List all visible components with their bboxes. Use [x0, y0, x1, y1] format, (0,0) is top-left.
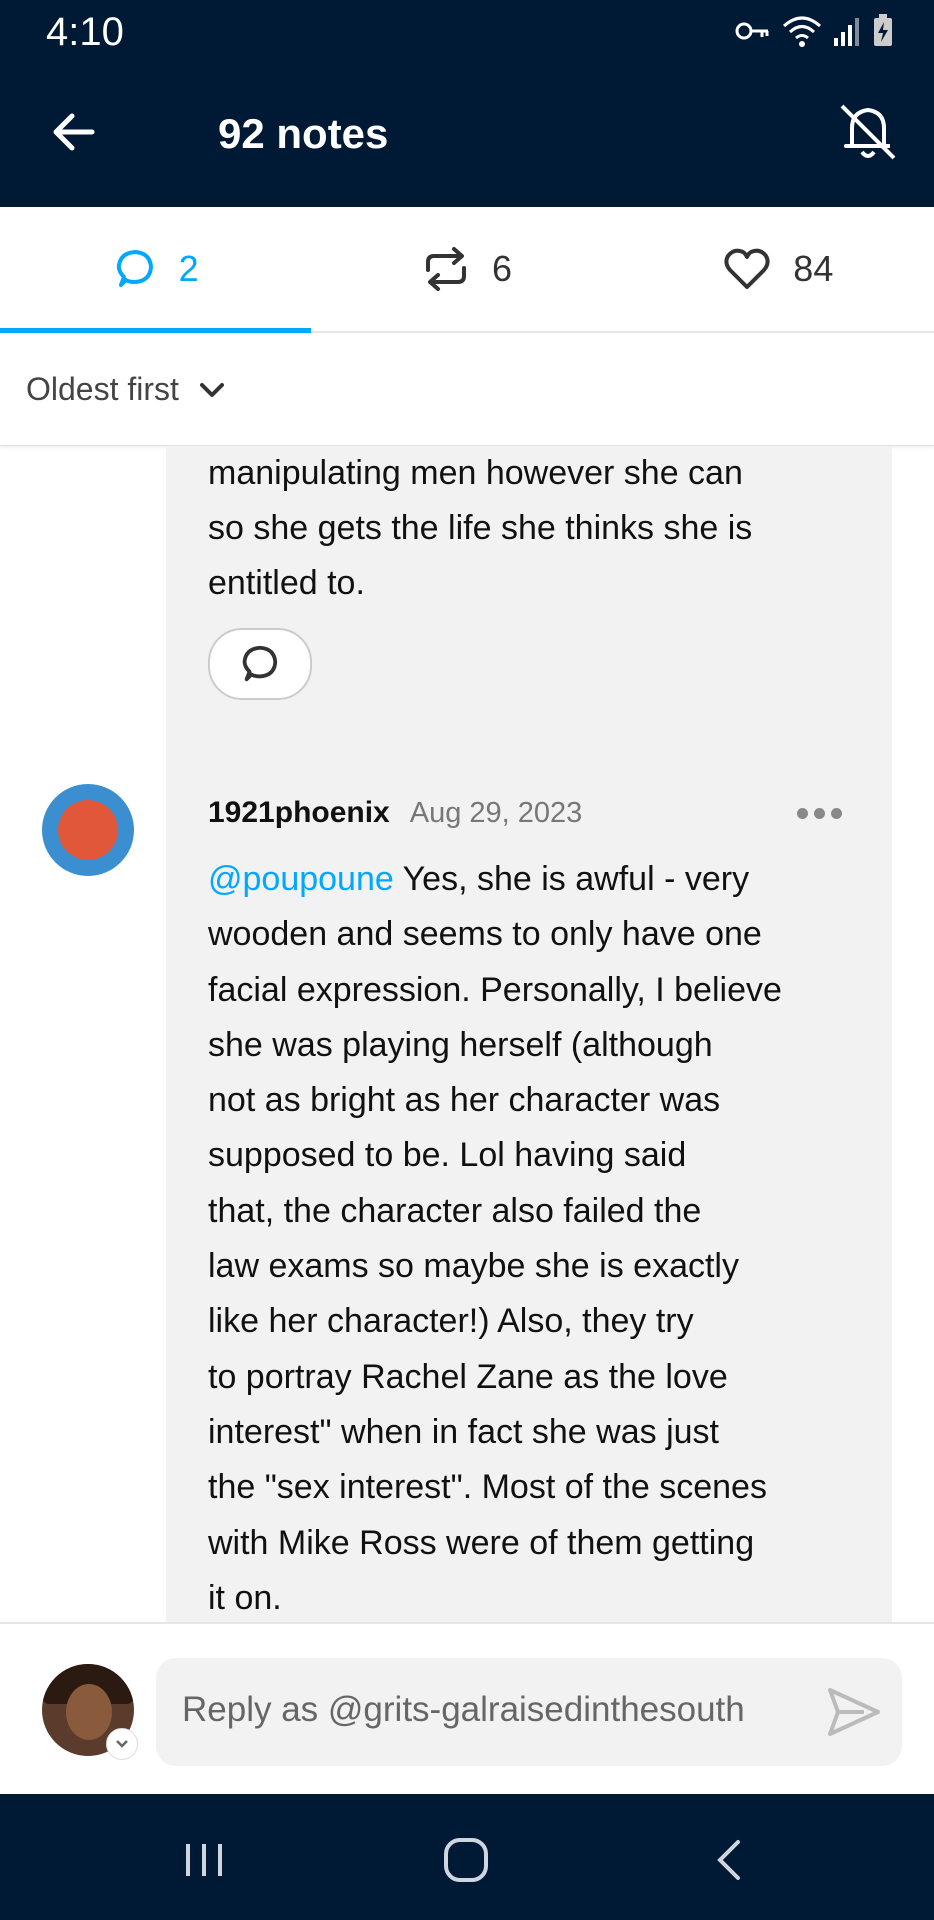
chevron-down-icon — [199, 382, 224, 397]
heart-icon — [724, 248, 770, 289]
notes-list[interactable]: manipulating men however she can so she … — [0, 446, 934, 1622]
comment-icon — [242, 645, 278, 682]
comment-line: the "sex interest". Most of the scenes — [208, 1468, 767, 1507]
tab-likes-count: 84 — [793, 248, 834, 289]
comment-date: Aug 29, 2023 — [409, 797, 583, 829]
reply-input[interactable]: Reply as @grits-galraisedinthesouth — [156, 1658, 902, 1766]
mention-link[interactable]: @poupoune — [208, 860, 394, 898]
reply-bar: Reply as @grits-galraisedinthesouth — [0, 1622, 934, 1796]
tab-replies-count: 2 — [178, 248, 199, 289]
app-bar: 92 notes — [0, 62, 934, 207]
sort-label: Oldest first — [26, 371, 179, 407]
comment-line: interest" when in fact she was just — [208, 1412, 719, 1451]
tab-likes[interactable]: 84 — [623, 207, 934, 331]
comment-line: facial expression. Personally, I believe — [208, 970, 782, 1009]
comment-text: @poupoune Yes, she is awful - very woode… — [208, 852, 868, 1622]
status-bar: 4:10 — [0, 0, 934, 62]
notifications-off-icon[interactable] — [832, 96, 904, 168]
reblog-icon — [425, 247, 466, 291]
comment-line: she was playing herself (although — [208, 1025, 713, 1064]
comment-card: 1921phoenix Aug 29, 2023 @poupoune Yes, … — [166, 762, 892, 1622]
avatar-face — [58, 800, 118, 860]
comment-line: not as bright as her character was — [208, 1081, 721, 1120]
comment-line: @poupoune Yes, she is awful - very — [208, 852, 868, 907]
reply-placeholder: Reply as @grits-galraisedinthesouth — [182, 1690, 745, 1729]
page-title: 92 notes — [218, 110, 389, 157]
avatar[interactable] — [42, 784, 134, 876]
comment-line: wooden and seems to only have one — [208, 915, 762, 954]
comment-header: 1921phoenix Aug 29, 2023 — [208, 796, 582, 830]
comment-line: that, the character also failed the — [208, 1191, 702, 1230]
comment-line-text: Yes, she is awful - very — [393, 860, 750, 898]
more-options-icon[interactable] — [797, 808, 842, 819]
send-icon[interactable] — [824, 1682, 884, 1742]
comment-icon — [116, 250, 153, 287]
signal-icon — [834, 18, 859, 46]
comment-line: manipulating men however she can — [208, 454, 743, 492]
comment-line: law exams so maybe she is exactly — [208, 1247, 739, 1286]
comment-text: manipulating men however she can so she … — [208, 446, 868, 611]
reply-button[interactable] — [208, 628, 312, 700]
avatar-face — [66, 1684, 112, 1740]
comment-line: with Mike Ross were of them getting — [208, 1523, 755, 1562]
recent-apps-icon[interactable] — [174, 1830, 234, 1890]
comment-line: entitled to. — [208, 564, 365, 602]
account-switch-chevron-icon[interactable] — [106, 1728, 138, 1760]
battery-icon — [874, 14, 892, 46]
comment-line: it on. — [208, 1578, 282, 1617]
sort-bar: Oldest first — [0, 333, 934, 446]
tab-reblogs[interactable]: 6 — [311, 207, 622, 331]
back-arrow-icon[interactable] — [46, 104, 102, 160]
notes-tabs: 2 6 84 — [0, 207, 934, 333]
tab-reblogs-count: 6 — [491, 248, 512, 289]
system-nav-bar — [0, 1794, 934, 1920]
comment-line: supposed to be. Lol having said — [208, 1136, 687, 1175]
home-icon[interactable] — [436, 1830, 496, 1890]
tab-replies[interactable]: 2 — [0, 207, 312, 333]
status-icons — [734, 14, 894, 48]
back-nav-icon[interactable] — [700, 1830, 760, 1890]
wifi-icon — [783, 16, 821, 47]
comment-line: to portray Rachel Zane as the love — [208, 1357, 728, 1396]
comment-line: so she gets the life she thinks she is — [208, 509, 753, 547]
status-time: 4:10 — [46, 10, 124, 54]
comment-line: like her character!) Also, they try — [208, 1302, 694, 1341]
sort-dropdown[interactable]: Oldest first — [26, 371, 227, 408]
key-icon — [735, 22, 769, 40]
comment-username[interactable]: 1921phoenix — [208, 796, 390, 830]
